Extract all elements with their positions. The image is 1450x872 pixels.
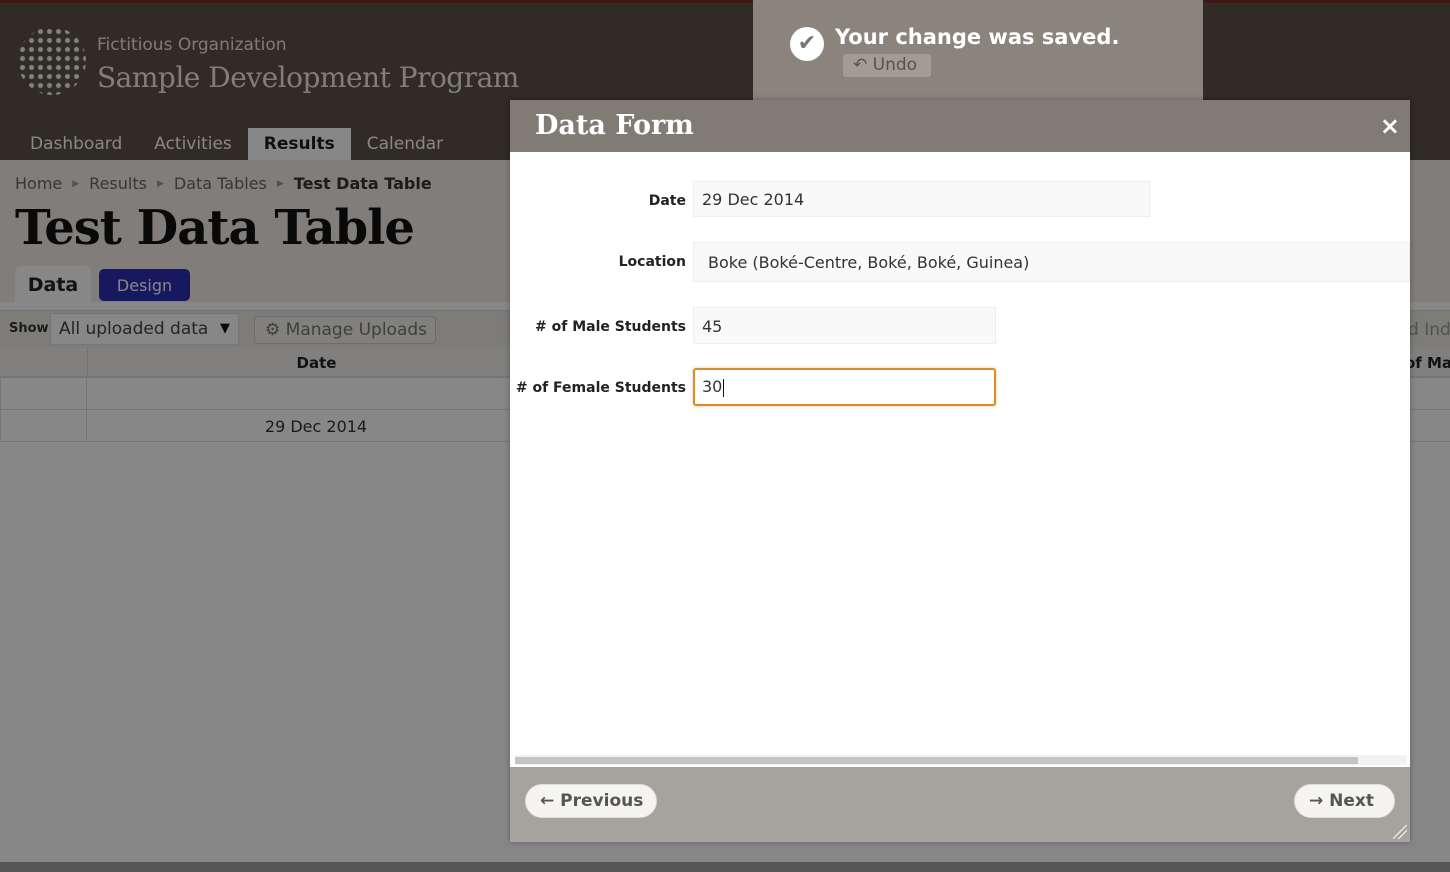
undo-button[interactable]: ↶ Undo bbox=[843, 54, 931, 77]
text-caret bbox=[723, 378, 725, 397]
date-field[interactable]: 29 Dec 2014 bbox=[693, 181, 1150, 217]
data-form-dialog: Data Form × Date 29 Dec 2014 Location Bo… bbox=[510, 100, 1410, 842]
save-notification: ✔ Your change was saved. ↶ Undo bbox=[753, 0, 1203, 110]
female-students-field[interactable]: 30 bbox=[693, 368, 996, 406]
check-icon: ✔ bbox=[790, 27, 824, 61]
next-button[interactable]: → Next bbox=[1294, 784, 1395, 818]
bottom-bar bbox=[0, 862, 1450, 872]
location-label: Location bbox=[618, 254, 686, 270]
undo-icon: ↶ bbox=[853, 55, 868, 75]
dialog-footer: ← Previous → Next bbox=[510, 767, 1410, 842]
arrow-right-icon: → bbox=[1309, 791, 1324, 811]
female-students-value: 30 bbox=[702, 377, 723, 396]
horizontal-scrollbar[interactable] bbox=[515, 755, 1407, 765]
save-message: Your change was saved. bbox=[835, 25, 1120, 49]
dialog-title-bar[interactable]: Data Form × bbox=[510, 100, 1410, 152]
male-students-field[interactable]: 45 bbox=[693, 307, 996, 344]
next-label: Next bbox=[1329, 791, 1375, 811]
close-icon[interactable]: × bbox=[1380, 112, 1400, 140]
previous-label: Previous bbox=[560, 791, 644, 811]
date-label: Date bbox=[648, 193, 686, 209]
undo-label: Undo bbox=[872, 55, 918, 75]
arrow-left-icon: ← bbox=[540, 791, 555, 811]
female-students-label: # of Female Students bbox=[515, 380, 686, 396]
male-students-label: # of Male Students bbox=[535, 319, 686, 335]
scrollbar-thumb[interactable] bbox=[515, 757, 1358, 764]
previous-button[interactable]: ← Previous bbox=[525, 784, 657, 818]
dialog-title: Data Form bbox=[535, 110, 694, 141]
resize-handle-icon[interactable] bbox=[1393, 825, 1407, 839]
location-field[interactable]: Boke (Boké-Centre, Boké, Boké, Guinea) bbox=[693, 242, 1410, 282]
